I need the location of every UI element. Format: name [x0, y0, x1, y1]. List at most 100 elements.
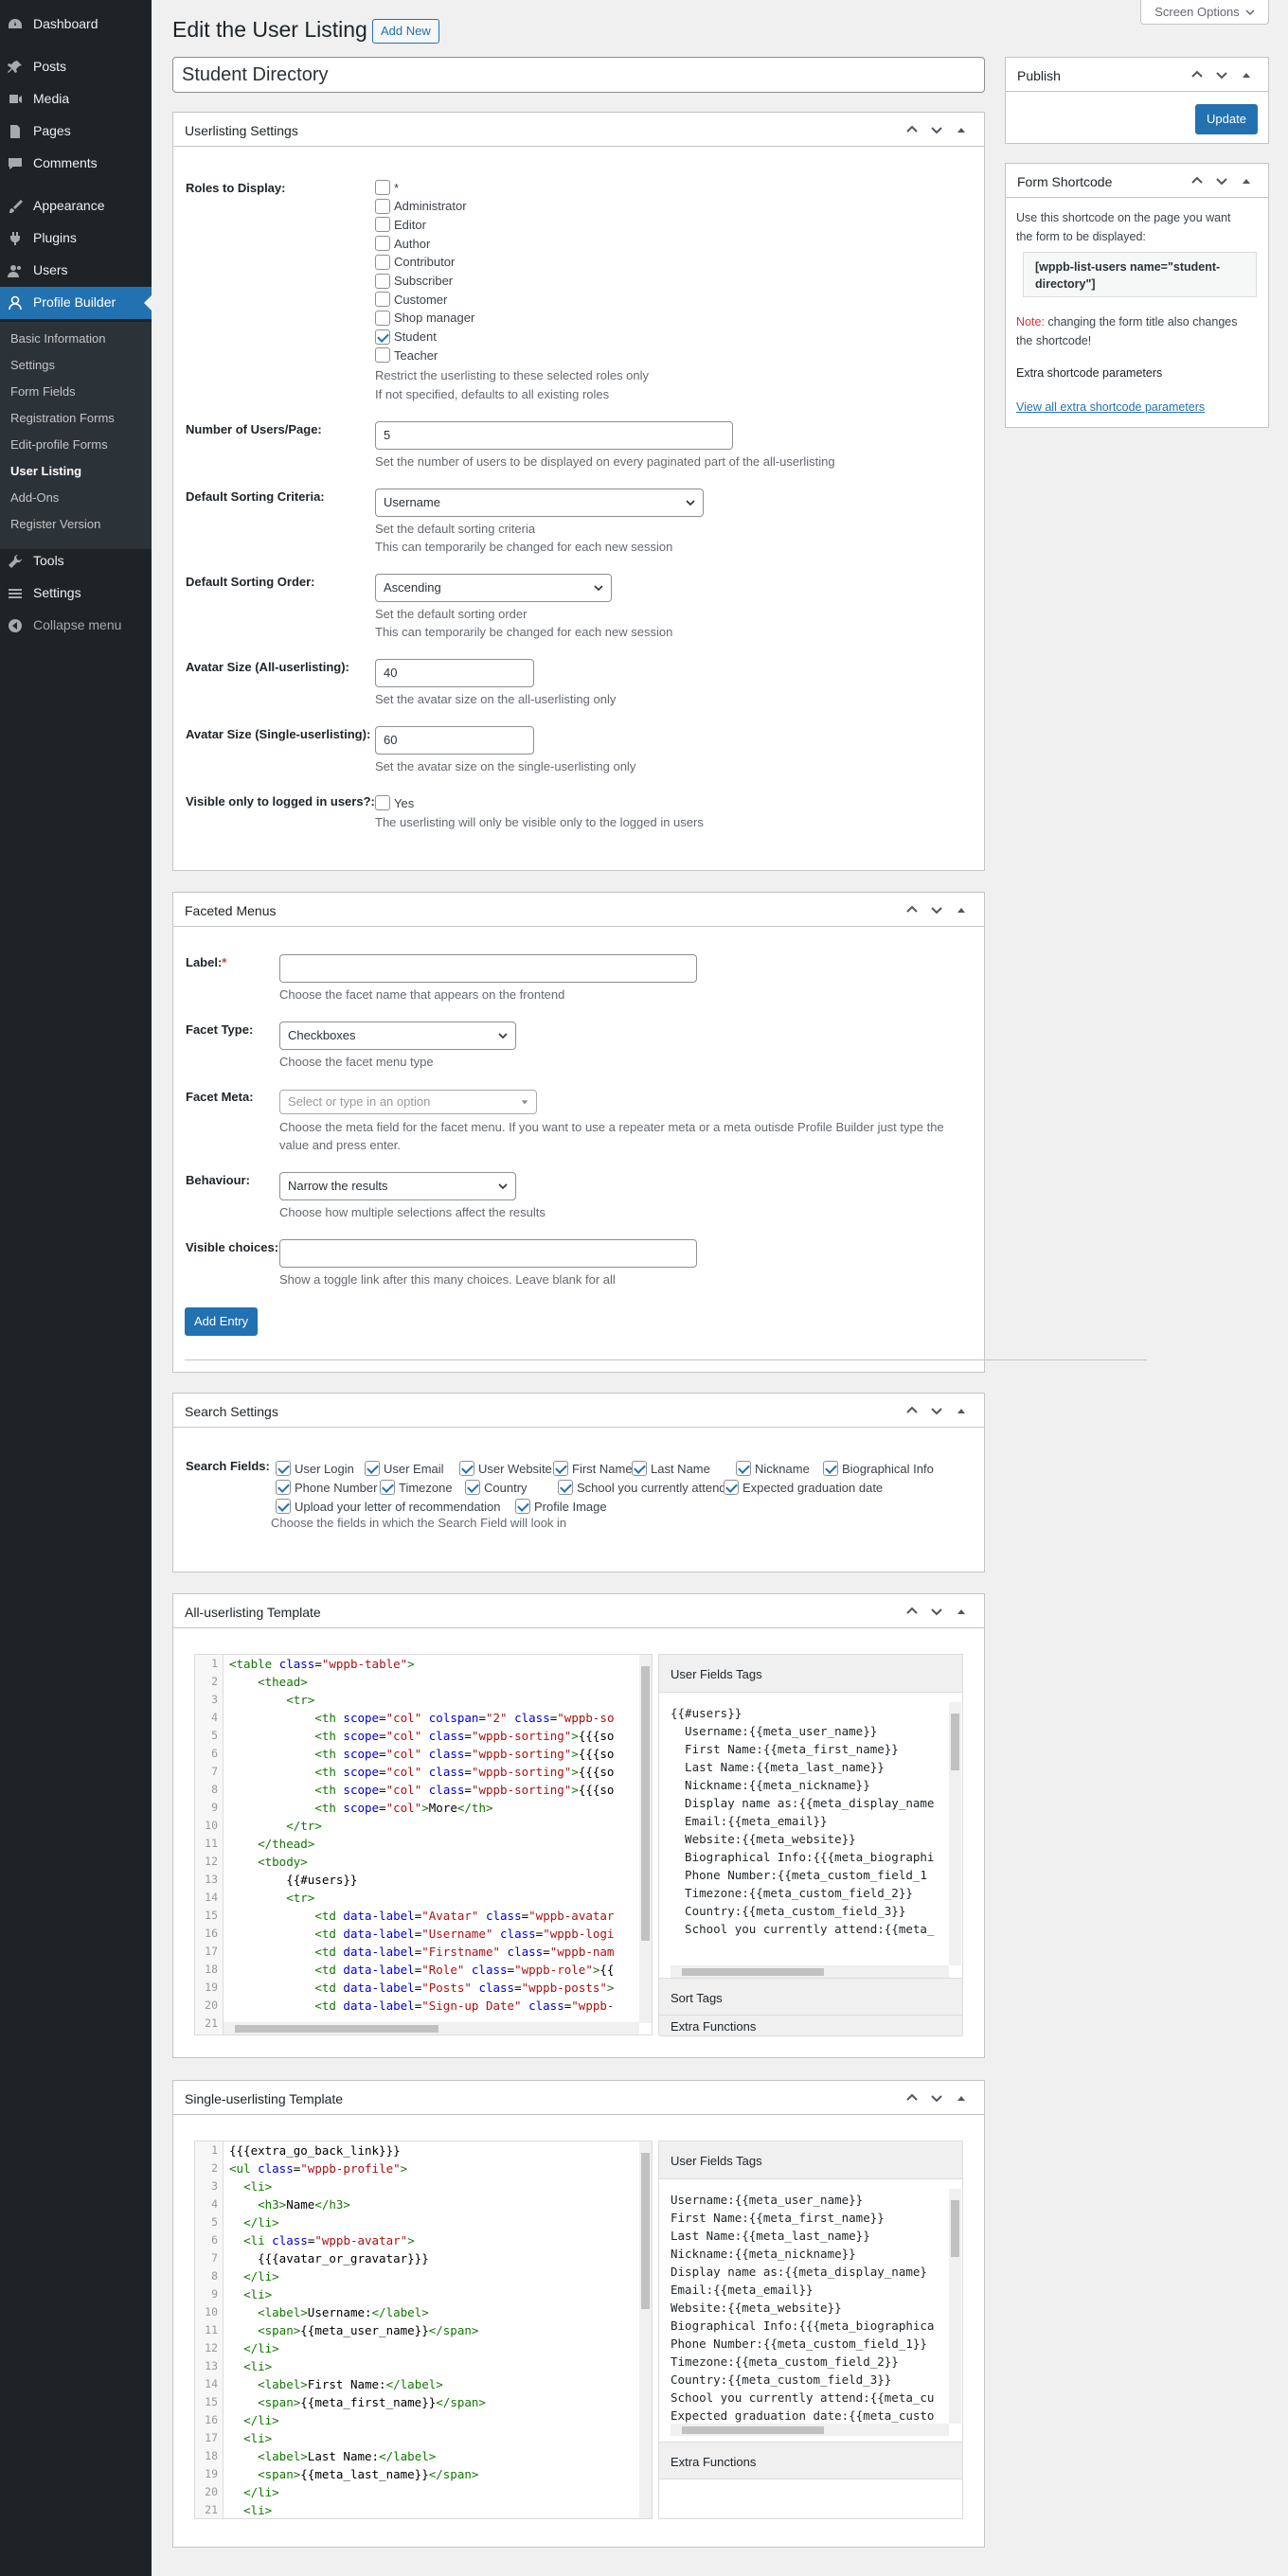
- collapse-menu-button[interactable]: Collapse menu: [0, 610, 152, 642]
- users-per-page-input[interactable]: 5: [375, 421, 733, 450]
- search-field-checkbox[interactable]: First Name: [553, 1461, 633, 1476]
- checkbox[interactable]: [465, 1480, 480, 1495]
- scroll-thumb[interactable]: [951, 1714, 959, 1770]
- visible-choices-input[interactable]: [279, 1239, 697, 1268]
- search-field-checkbox[interactable]: User Email: [365, 1461, 444, 1476]
- extra-functions-header[interactable]: Extra Functions: [659, 2442, 962, 2479]
- checkbox[interactable]: [375, 198, 390, 214]
- horizontal-scrollbar[interactable]: [224, 2022, 639, 2034]
- checkbox[interactable]: [375, 310, 390, 326]
- field-tag[interactable]: Expected graduation date:{{meta_custo: [671, 2408, 934, 2423]
- scroll-thumb[interactable]: [682, 2426, 824, 2434]
- move-up-icon[interactable]: [906, 904, 918, 915]
- move-down-icon[interactable]: [1216, 175, 1227, 187]
- listing-title-input[interactable]: Student Directory: [172, 57, 985, 93]
- submenu-form-fields[interactable]: Form Fields: [10, 384, 76, 399]
- add-new-button[interactable]: Add New: [372, 19, 439, 44]
- screen-options-button[interactable]: Screen Options: [1140, 0, 1269, 25]
- vertical-scrollbar[interactable]: [949, 1702, 961, 1965]
- toggle-panel-icon[interactable]: [1241, 69, 1252, 80]
- role-checkbox[interactable]: Shop manager: [375, 310, 474, 326]
- avatar-all-input[interactable]: 40: [375, 659, 534, 687]
- facet-type-select[interactable]: Checkboxes: [279, 1022, 516, 1050]
- field-tag[interactable]: Display name as:{{meta_display_name}: [671, 2265, 927, 2279]
- field-tag[interactable]: Last Name:{{meta_last_name}}: [671, 2229, 870, 2243]
- extra-params-link[interactable]: View all extra shortcode parameters: [1016, 400, 1205, 414]
- toggle-panel-icon[interactable]: [956, 904, 967, 915]
- scroll-thumb[interactable]: [235, 2025, 438, 2033]
- toggle-panel-icon[interactable]: [956, 1606, 967, 1617]
- checkbox[interactable]: [515, 1499, 530, 1514]
- checkbox[interactable]: [380, 1480, 395, 1495]
- toggle-panel-icon[interactable]: [956, 1405, 967, 1416]
- submenu-add-ons[interactable]: Add-Ons: [10, 490, 59, 505]
- avatar-single-input[interactable]: 60: [375, 726, 534, 755]
- facet-behaviour-select[interactable]: Narrow the results: [279, 1172, 516, 1200]
- move-up-icon[interactable]: [1191, 175, 1203, 187]
- checkbox[interactable]: [375, 254, 390, 270]
- field-tag[interactable]: Biographical Info:{{{meta_biographica: [671, 2318, 934, 2333]
- field-tag[interactable]: First Name:{{meta_first_name}}: [671, 1742, 899, 1756]
- user-fields-tags-header[interactable]: User Fields Tags: [659, 2141, 962, 2179]
- checkbox[interactable]: [375, 795, 390, 810]
- field-tag[interactable]: Nickname:{{meta_nickname}}: [671, 2247, 856, 2261]
- menu-pages[interactable]: Pages: [0, 115, 152, 148]
- menu-comments[interactable]: Comments: [0, 148, 152, 180]
- move-down-icon[interactable]: [931, 904, 942, 915]
- checkbox[interactable]: [375, 217, 390, 233]
- user-fields-tags-header[interactable]: User Fields Tags: [659, 1655, 962, 1693]
- search-field-checkbox[interactable]: Profile Image: [515, 1499, 607, 1514]
- search-field-checkbox[interactable]: Last Name: [632, 1461, 710, 1476]
- toggle-panel-icon[interactable]: [956, 2092, 967, 2104]
- update-button[interactable]: Update: [1195, 104, 1258, 134]
- field-tag[interactable]: Country:{{meta_custom_field_3}}: [671, 2372, 891, 2387]
- all-template-code-editor[interactable]: 1 2 3 4 5 6 7 8 9 10 11 12 13 14 15 16 17 18 19 20 21 <table…: [194, 1654, 653, 2035]
- sorting-criteria-select[interactable]: Username: [375, 489, 704, 517]
- field-tag[interactable]: Country:{{meta_custom_field_3}}: [671, 1904, 905, 1918]
- menu-users[interactable]: Users: [0, 255, 152, 287]
- horizontal-scrollbar[interactable]: [671, 1965, 949, 1978]
- move-down-icon[interactable]: [931, 1606, 942, 1617]
- role-checkbox[interactable]: Contributor: [375, 254, 455, 270]
- menu-appearance[interactable]: Appearance: [0, 190, 152, 222]
- checkbox[interactable]: [375, 347, 390, 364]
- menu-dashboard[interactable]: Dashboard: [0, 9, 152, 41]
- menu-media[interactable]: Media: [0, 83, 152, 115]
- search-field-checkbox[interactable]: Biographical Info: [823, 1461, 934, 1476]
- checkbox[interactable]: [365, 1461, 380, 1476]
- submenu-basic-information[interactable]: Basic Information: [10, 331, 105, 346]
- submenu-user-listing[interactable]: User Listing: [10, 464, 81, 478]
- checkbox[interactable]: [375, 329, 390, 345]
- field-tag[interactable]: School you currently attend:{{meta_: [671, 1922, 934, 1936]
- submenu-settings[interactable]: Settings: [10, 358, 55, 372]
- checkbox[interactable]: [375, 180, 390, 195]
- vertical-scrollbar[interactable]: [639, 1655, 652, 2023]
- checkbox[interactable]: [736, 1461, 751, 1476]
- checkbox[interactable]: [558, 1480, 573, 1495]
- scroll-thumb[interactable]: [951, 2200, 959, 2257]
- checkbox[interactable]: [276, 1461, 291, 1476]
- menu-tools[interactable]: Tools: [0, 545, 152, 577]
- field-tag[interactable]: Email:{{meta_email}}: [671, 1814, 828, 1828]
- role-checkbox[interactable]: Teacher: [375, 347, 438, 364]
- submenu-registration-forms[interactable]: Registration Forms: [10, 411, 115, 425]
- search-field-checkbox[interactable]: Expected graduation date: [724, 1480, 883, 1495]
- toggle-panel-icon[interactable]: [956, 124, 967, 135]
- field-tag[interactable]: Username:{{meta_user_name}}: [671, 2193, 863, 2207]
- field-tag[interactable]: Email:{{meta_email}}: [671, 2283, 814, 2297]
- field-tag[interactable]: School you currently attend:{{meta_cu: [671, 2390, 934, 2405]
- checkbox[interactable]: [724, 1480, 739, 1495]
- checkbox[interactable]: [632, 1461, 647, 1476]
- search-field-checkbox[interactable]: User Website: [459, 1461, 552, 1476]
- vertical-scrollbar[interactable]: [949, 2189, 961, 2424]
- field-tag[interactable]: Phone Number:{{meta_custom_field_1: [671, 1868, 927, 1882]
- field-tag[interactable]: First Name:{{meta_first_name}}: [671, 2211, 885, 2225]
- role-checkbox[interactable]: Administrator: [375, 198, 467, 214]
- checkbox[interactable]: [375, 292, 390, 308]
- scroll-thumb[interactable]: [641, 2153, 650, 2309]
- checkbox[interactable]: [375, 236, 390, 252]
- field-tag[interactable]: Timezone:{{meta_custom_field_2}}: [671, 2354, 899, 2369]
- move-down-icon[interactable]: [931, 124, 942, 135]
- checkbox[interactable]: [459, 1461, 474, 1476]
- submenu-edit-profile-forms[interactable]: Edit-profile Forms: [10, 437, 108, 452]
